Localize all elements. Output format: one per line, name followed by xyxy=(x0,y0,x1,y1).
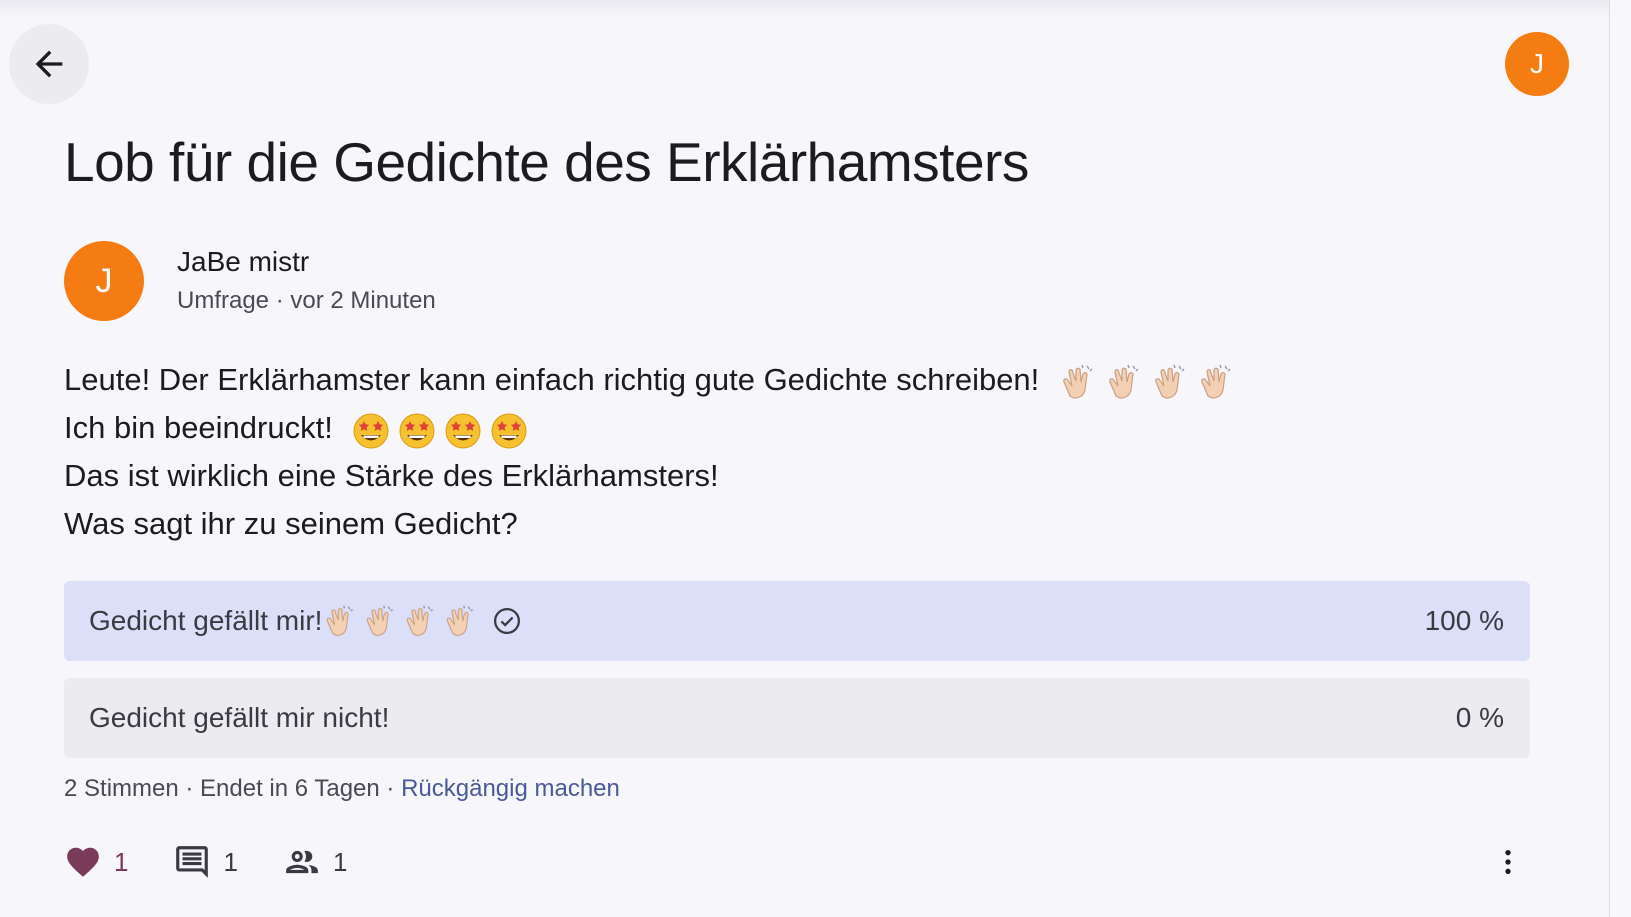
body-line-1-text: Leute! Der Erklärhamster kann einfach ri… xyxy=(64,362,1040,397)
body-line-2: Ich bin beeindruckt! xyxy=(64,404,1242,452)
post-title: Lob für die Gedichte des Erklärhamsters xyxy=(64,131,1029,193)
clapping-hands-emoji-row xyxy=(1058,362,1242,402)
clapping-hands-icon xyxy=(1201,364,1231,399)
post-meta: Umfrage · vor 2 Minuten xyxy=(177,287,436,314)
heart-icon xyxy=(67,847,99,877)
star-struck-icon xyxy=(353,413,389,449)
poll-option-like-percent: 100 % xyxy=(1424,605,1504,636)
star-struck-icon xyxy=(399,413,435,449)
people-icon xyxy=(286,850,318,874)
clapping-hands-icon xyxy=(367,605,394,636)
poll-footer-separator: · xyxy=(379,775,402,802)
body-line-4: Was sagt ihr zu seinem Gedicht? xyxy=(64,506,518,541)
poll-vote-count: 2 Stimmen xyxy=(64,775,179,802)
author-avatar-letter: J xyxy=(95,261,113,300)
body-line-2-text: Ich bin beeindruckt! xyxy=(64,410,333,445)
body-line-1: Leute! Der Erklärhamster kann einfach ri… xyxy=(64,356,1242,404)
top-bar-shadow xyxy=(0,0,1631,18)
current-user-avatar[interactable]: J xyxy=(1505,32,1569,96)
right-panel-edge xyxy=(1610,0,1631,917)
current-user-avatar-letter: J xyxy=(1530,48,1544,79)
clapping-hands-icon xyxy=(447,605,474,636)
participants-button[interactable]: 1 xyxy=(283,843,347,881)
clapping-hands-icon xyxy=(1109,364,1139,399)
poll-option-like[interactable]: Gedicht gefällt mir! 100 % xyxy=(64,581,1530,661)
check-circle-icon xyxy=(492,606,522,636)
clapping-hands-icon xyxy=(407,605,434,636)
arrow-left-icon xyxy=(35,50,63,78)
more-vertical-icon xyxy=(1505,850,1511,874)
like-button[interactable]: 1 xyxy=(64,843,128,881)
poll-option-like-label: Gedicht gefällt mir! xyxy=(89,605,323,636)
more-options-button[interactable] xyxy=(1488,842,1528,882)
poll-option-dislike-percent: 0 % xyxy=(1455,702,1504,733)
author-avatar[interactable]: J xyxy=(64,241,144,321)
comment-count: 1 xyxy=(223,846,238,877)
poll-option-dislike[interactable]: Gedicht gefällt mir nicht! 0 % xyxy=(64,678,1530,758)
body-line-3: Das ist wirklich eine Stärke des Erklärh… xyxy=(64,458,719,493)
back-button[interactable] xyxy=(9,24,89,104)
star-struck-emoji-row xyxy=(351,410,535,450)
post-page: J Lob für die Gedichte des Erklärhamster… xyxy=(0,0,1631,917)
star-struck-icon xyxy=(491,413,527,449)
poll-end-time: Endet in 6 Tagen xyxy=(200,775,380,802)
poll-option-like-label-group: Gedicht gefällt mir! xyxy=(89,603,522,639)
post-actions: 1 1 1 xyxy=(64,840,392,884)
star-struck-icon xyxy=(445,413,481,449)
clapping-hands-icon xyxy=(327,605,354,636)
post-body: Leute! Der Erklärhamster kann einfach ri… xyxy=(64,356,1242,548)
poll-option-dislike-label: Gedicht gefällt mir nicht! xyxy=(89,702,390,733)
comment-icon xyxy=(176,846,209,878)
clapping-hands-icon xyxy=(1155,364,1185,399)
undo-vote-link[interactable]: Rückgängig machen xyxy=(401,775,620,802)
comment-button[interactable]: 1 xyxy=(173,843,238,881)
participants-count: 1 xyxy=(332,846,348,877)
poll-footer-separator: · xyxy=(178,775,201,802)
author-name[interactable]: JaBe mistr xyxy=(177,246,309,278)
clapping-hands-icon xyxy=(1063,364,1093,399)
poll-footer: 2 Stimmen · Endet in 6 Tagen · Rückgängi… xyxy=(64,775,620,803)
like-count: 1 xyxy=(114,846,129,877)
